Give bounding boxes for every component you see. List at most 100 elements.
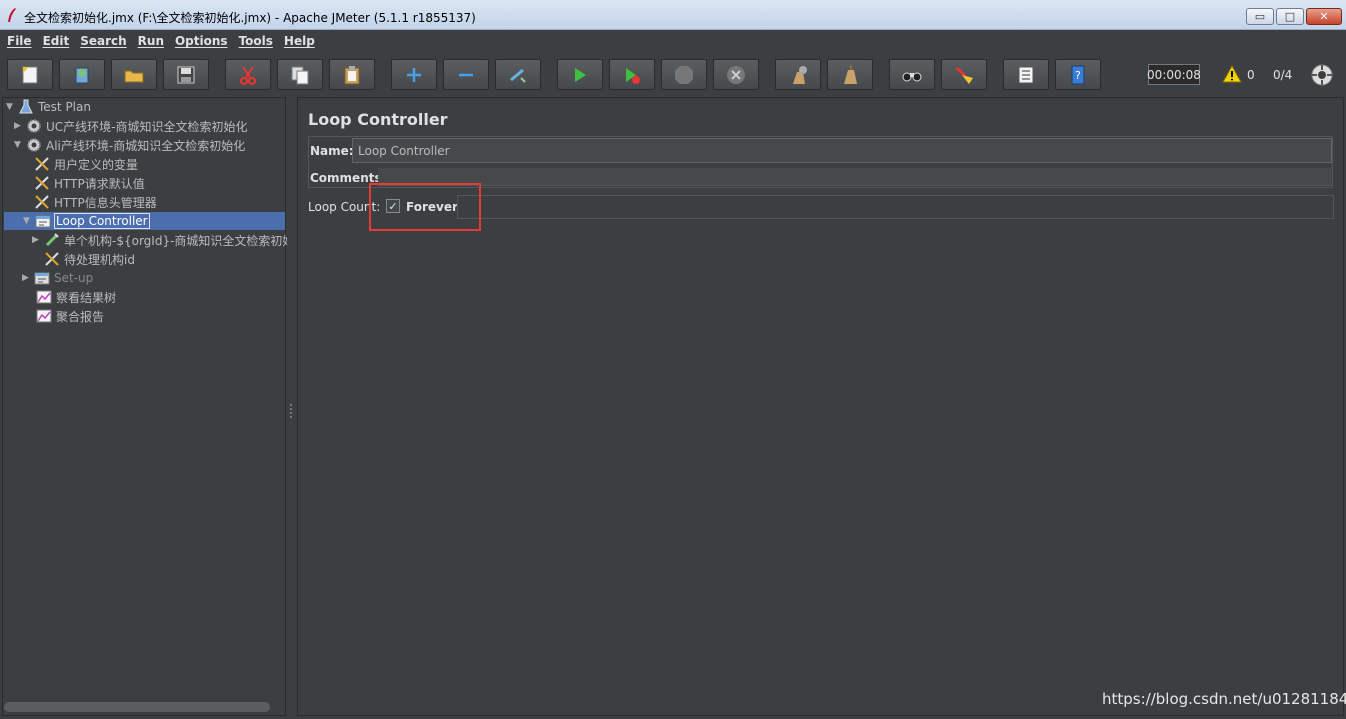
- tree-item-test-plan[interactable]: ▼ Test Plan: [6, 98, 91, 116]
- remote-status-icon[interactable]: [1311, 64, 1333, 86]
- pipette-icon: [45, 233, 59, 247]
- expand-arrow[interactable]: ▶: [22, 273, 32, 283]
- comments-field[interactable]: [378, 168, 1332, 186]
- broom-gear-icon: [793, 65, 807, 84]
- tree-item-http-defaults[interactable]: HTTP请求默认值: [34, 174, 145, 192]
- toolbar: ?: [0, 52, 1346, 96]
- tree-item-pending-org-ids[interactable]: 待处理机构id: [44, 250, 135, 268]
- tree-item-setup[interactable]: ▶ Set-up: [22, 269, 93, 287]
- flask-icon: [19, 99, 33, 114]
- maximize-button[interactable]: □: [1276, 8, 1304, 25]
- toggle-wand-icon: [510, 68, 526, 83]
- tree-item-view-results-tree[interactable]: 察看结果树: [36, 288, 116, 306]
- tree-item-label: 待处理机构id: [64, 252, 135, 267]
- search-button[interactable]: [889, 59, 935, 90]
- tree-item-label: 用户定义的变量: [54, 157, 139, 172]
- binoculars-icon: [902, 72, 922, 81]
- warning-icon[interactable]: [1222, 65, 1242, 83]
- tree-item-user-variables[interactable]: 用户定义的变量: [34, 155, 138, 173]
- wrench-icon: [35, 157, 49, 171]
- start-no-pauses-button[interactable]: [609, 59, 655, 90]
- start-button[interactable]: [557, 59, 603, 90]
- controller-icon: [34, 272, 50, 285]
- tree-item-label: UC产线环境-商城知识全文检索初始化: [46, 119, 248, 134]
- close-button[interactable]: ✕: [1306, 8, 1342, 25]
- name-label: Name:: [310, 144, 354, 158]
- reset-broom-icon: [955, 66, 973, 84]
- page-title: Loop Controller: [308, 110, 448, 129]
- save-button[interactable]: [163, 59, 209, 90]
- expand-arrow[interactable]: ▶: [14, 121, 24, 131]
- active-threads: 0/4: [1273, 68, 1293, 82]
- menu-run[interactable]: Run: [133, 34, 170, 48]
- jmeter-feather-icon: [8, 8, 16, 22]
- copy-button[interactable]: [277, 59, 323, 90]
- cut-button[interactable]: [225, 59, 271, 90]
- wrench-icon: [45, 252, 59, 266]
- tree-item-label: Set-up: [54, 271, 94, 285]
- menu-tools[interactable]: Tools: [234, 34, 279, 48]
- elapsed-timer: 00:00:08: [1147, 64, 1201, 85]
- watermark: https://blog.csdn.net/u012811841: [1102, 690, 1346, 708]
- tree-item-label: Loop Controller: [54, 213, 150, 229]
- clear-button[interactable]: [775, 59, 821, 90]
- menu-options[interactable]: Options: [170, 34, 234, 48]
- tree-item-uc-thread-group[interactable]: ▶ UC产线环境-商城知识全文检索初始化: [14, 117, 248, 135]
- expand-all-button[interactable]: [391, 59, 437, 90]
- tree-item-label: Ali产线环境-商城知识全文检索初始化: [46, 138, 246, 153]
- stop-button[interactable]: [661, 59, 707, 90]
- tree-item-label: Test Plan: [38, 100, 91, 114]
- shutdown-button[interactable]: [713, 59, 759, 90]
- wrench-icon: [35, 195, 49, 209]
- tree-item-http-header-manager[interactable]: HTTP信息头管理器: [34, 193, 157, 211]
- stop-octagon-icon: [675, 65, 693, 84]
- collapse-all-button[interactable]: [443, 59, 489, 90]
- tree-horizontal-scrollbar[interactable]: [4, 702, 270, 712]
- tree-item-ali-thread-group[interactable]: ▼ Ali产线环境-商城知识全文检索初始化: [14, 136, 245, 154]
- copy-icon: [291, 66, 309, 84]
- loop-count-field[interactable]: [457, 195, 1334, 219]
- tree-item-label: 察看结果树: [56, 290, 117, 305]
- plus-icon: [407, 67, 421, 82]
- menu-search[interactable]: Search: [75, 34, 132, 48]
- tree-item-aggregate-report[interactable]: 聚合报告: [36, 307, 104, 325]
- panel-splitter[interactable]: [287, 97, 296, 716]
- new-button[interactable]: [7, 59, 53, 90]
- annotation-highlight-box: [369, 183, 481, 231]
- help-book-icon: ?: [1071, 65, 1085, 84]
- tree-item-http-sampler[interactable]: ▶ 单个机构-${orgId}-商城知识全文检索初始: [32, 231, 294, 249]
- tree-item-loop-controller[interactable]: ▼ Loop Controller: [4, 212, 285, 230]
- toggle-button[interactable]: [495, 59, 541, 90]
- splitter-grip: [289, 403, 293, 419]
- controller-icon: [35, 215, 51, 228]
- graph-icon: [36, 290, 52, 304]
- expand-arrow[interactable]: ▶: [32, 235, 42, 245]
- templates-icon: [75, 67, 89, 83]
- wrench-icon: [35, 176, 49, 190]
- tree-item-label: HTTP信息头管理器: [54, 195, 157, 210]
- templates-button[interactable]: [59, 59, 105, 90]
- menubar: File Edit Search Run Options Tools Help: [0, 30, 1346, 52]
- minimize-button[interactable]: ▭: [1246, 8, 1274, 25]
- window-title: 全文检索初始化.jmx (F:\全文检索初始化.jmx) - Apache JM…: [24, 11, 476, 25]
- reset-search-button[interactable]: [941, 59, 987, 90]
- broom-icon: [844, 64, 857, 84]
- expand-arrow[interactable]: ▼: [6, 102, 16, 112]
- menu-file[interactable]: File: [2, 34, 38, 48]
- graph-icon: [36, 309, 52, 323]
- expand-arrow[interactable]: ▼: [23, 216, 33, 226]
- menu-edit[interactable]: Edit: [38, 34, 76, 48]
- paste-button[interactable]: [329, 59, 375, 90]
- save-disk-icon: [177, 66, 195, 83]
- gear-icon: [27, 119, 41, 133]
- menu-help[interactable]: Help: [279, 34, 321, 48]
- minus-icon: [459, 73, 473, 76]
- clear-all-button[interactable]: [827, 59, 873, 90]
- open-button[interactable]: [111, 59, 157, 90]
- help-button[interactable]: ?: [1055, 59, 1101, 90]
- svg-text:?: ?: [1075, 69, 1081, 82]
- new-file-icon: [22, 66, 38, 83]
- function-helper-button[interactable]: [1003, 59, 1049, 90]
- name-field[interactable]: Loop Controller: [352, 138, 1332, 163]
- expand-arrow[interactable]: ▼: [14, 140, 24, 150]
